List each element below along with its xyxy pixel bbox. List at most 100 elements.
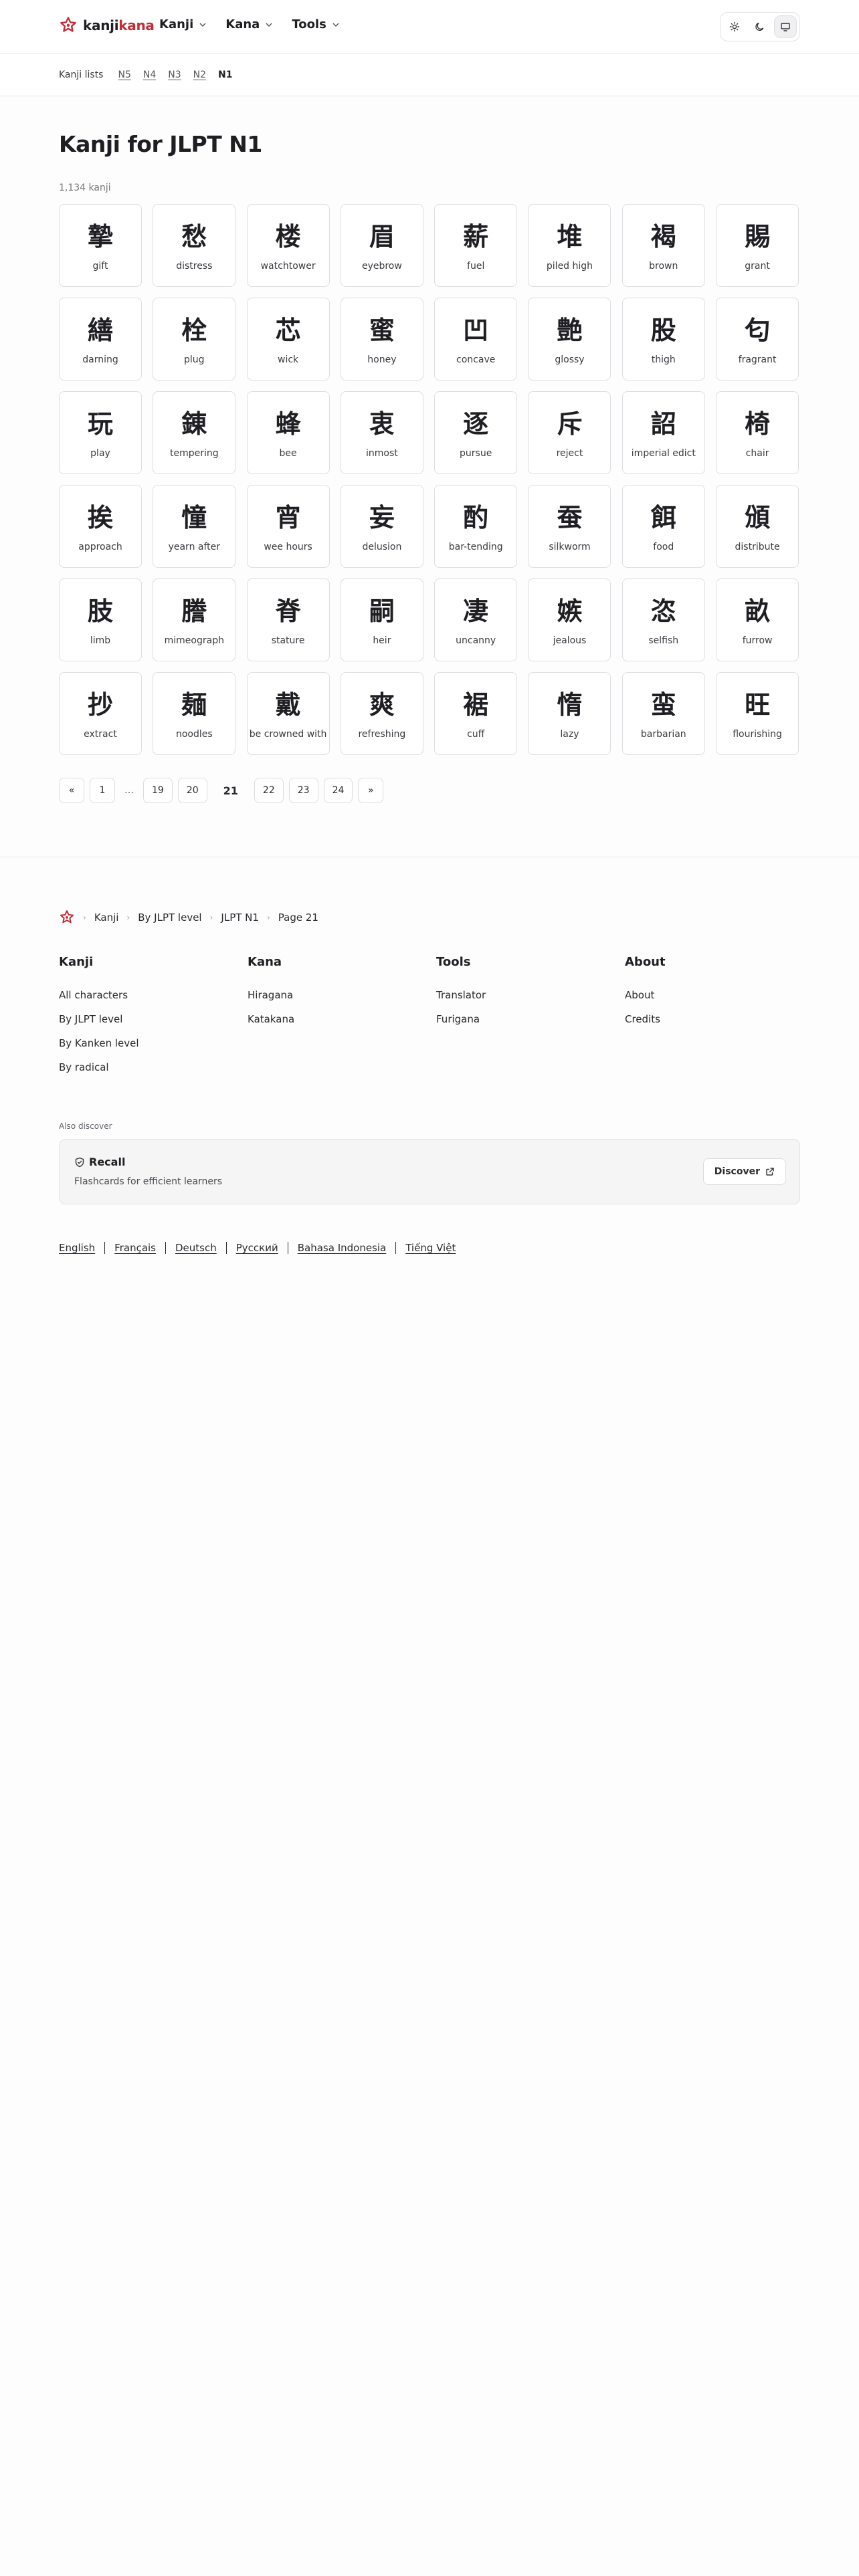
kanji-card[interactable]: 妄 delusion (340, 485, 423, 568)
kanji-character: 頒 (745, 503, 771, 532)
kanji-card[interactable]: 逐 pursue (434, 391, 518, 474)
footer-link-hiragana[interactable]: Hiragana (248, 989, 436, 1001)
kanji-card[interactable]: 蚕 silkworm (528, 485, 611, 568)
page-button-24[interactable]: 24 (323, 778, 353, 803)
level-link-n4[interactable]: N4 (143, 70, 156, 80)
kanji-card[interactable]: 餌 food (622, 485, 705, 568)
kanji-card[interactable]: 肢 limb (59, 578, 142, 661)
language-link-russian[interactable]: Русский (236, 1242, 278, 1254)
nav-kanji-menu[interactable]: Kanji (159, 17, 207, 31)
language-link-vietnamese[interactable]: Tiếng Việt (405, 1242, 456, 1254)
kanji-card[interactable]: 嫉 jealous (528, 578, 611, 661)
kanji-card[interactable]: 斥 reject (528, 391, 611, 474)
kanji-card[interactable]: 抄 extract (59, 672, 142, 755)
discover-button[interactable]: Discover (702, 1158, 786, 1185)
kanji-card[interactable]: 凄 uncanny (434, 578, 518, 661)
kanji-card[interactable]: 愁 distress (153, 204, 236, 287)
divider (395, 1242, 397, 1254)
footer-link-all-characters[interactable]: All characters (59, 989, 248, 1001)
level-link-n3[interactable]: N3 (168, 70, 181, 80)
kanji-card[interactable]: 匂 fragrant (716, 298, 799, 381)
kanji-card[interactable]: 股 thigh (622, 298, 705, 381)
brand-part-kanji: kanji (83, 17, 119, 33)
kanji-card[interactable]: 栓 plug (153, 298, 236, 381)
kanji-card[interactable]: 裾 cuff (434, 672, 518, 755)
next-page-button[interactable]: » (358, 778, 384, 803)
footer-link-furigana[interactable]: Furigana (436, 1013, 625, 1025)
kanji-card[interactable]: 爽 refreshing (340, 672, 423, 755)
brand-logo[interactable]: kanjikana (59, 16, 155, 35)
kanji-card[interactable]: 楼 watchtower (246, 204, 330, 287)
language-link-english[interactable]: English (59, 1242, 95, 1254)
footer-link-by-jlpt-level[interactable]: By JLPT level (59, 1013, 248, 1025)
kanji-card[interactable]: 凹 concave (434, 298, 518, 381)
language-switcher: English Français Deutsch Русский Bahasa … (59, 1242, 800, 1254)
kanji-card[interactable]: 宵 wee hours (246, 485, 330, 568)
kanji-card[interactable]: 脊 stature (246, 578, 330, 661)
kanji-card[interactable]: 謄 mimeograph (153, 578, 236, 661)
kanji-character: 眉 (369, 222, 395, 251)
chevron-right-icon: › (126, 913, 130, 922)
level-link-n5[interactable]: N5 (118, 70, 130, 80)
page-button-22[interactable]: 22 (254, 778, 284, 803)
kanji-card[interactable]: 椅 chair (716, 391, 799, 474)
footer-link-katakana[interactable]: Katakana (248, 1013, 436, 1025)
kanji-character: 堆 (557, 222, 583, 251)
kanji-card[interactable]: 錬 tempering (153, 391, 236, 474)
kanji-card[interactable]: 賜 grant (716, 204, 799, 287)
kanji-card[interactable]: 頒 distribute (716, 485, 799, 568)
kanji-card[interactable]: 繕 darning (59, 298, 142, 381)
kanji-meaning: honey (367, 354, 397, 365)
footer-link-translator[interactable]: Translator (436, 989, 625, 1001)
language-link-deutsch[interactable]: Deutsch (175, 1242, 217, 1254)
page-button-1[interactable]: 1 (90, 778, 115, 803)
kanji-card[interactable]: 摯 gift (59, 204, 142, 287)
kanji-card[interactable]: 挨 approach (59, 485, 142, 568)
breadcrumb-kanji[interactable]: Kanji (94, 911, 119, 924)
language-link-francais[interactable]: Français (114, 1242, 156, 1254)
breadcrumb-jlpt-n1[interactable]: JLPT N1 (221, 911, 259, 924)
nav-tools-menu[interactable]: Tools (292, 17, 340, 31)
kanji-card[interactable]: 旺 flourishing (716, 672, 799, 755)
footer-column-about: About About Credits (625, 955, 814, 1085)
footer-link-by-kanken-level[interactable]: By Kanken level (59, 1037, 248, 1049)
kanji-card[interactable]: 憧 yearn after (153, 485, 236, 568)
kanji-meaning: fuel (467, 261, 485, 272)
kanji-card[interactable]: 玩 play (59, 391, 142, 474)
dark-theme-button[interactable] (749, 15, 771, 38)
kanji-card[interactable]: 恣 selfish (622, 578, 705, 661)
kanji-character: 裾 (463, 690, 489, 720)
kanji-card[interactable]: 堆 piled high (528, 204, 611, 287)
kanji-card[interactable]: 酌 bar-tending (434, 485, 518, 568)
kanji-card[interactable]: 詔 imperial edict (622, 391, 705, 474)
kanji-card[interactable]: 畝 furrow (716, 578, 799, 661)
level-link-n2[interactable]: N2 (193, 70, 206, 80)
kanji-card[interactable]: 惰 lazy (528, 672, 611, 755)
footer-link-about[interactable]: About (625, 989, 814, 1001)
kanji-card[interactable]: 蜜 honey (340, 298, 423, 381)
kanji-card[interactable]: 眉 eyebrow (340, 204, 423, 287)
kanji-card[interactable]: 衷 inmost (340, 391, 423, 474)
footer-link-credits[interactable]: Credits (625, 1013, 814, 1025)
kanji-card[interactable]: 薪 fuel (434, 204, 518, 287)
kanji-card[interactable]: 嗣 heir (340, 578, 423, 661)
page-button-20[interactable]: 20 (177, 778, 207, 803)
kanji-card[interactable]: 芯 wick (246, 298, 330, 381)
page-button-19[interactable]: 19 (143, 778, 173, 803)
light-theme-button[interactable] (723, 15, 746, 38)
system-theme-button[interactable] (774, 15, 797, 38)
kanji-card[interactable]: 蜂 bee (246, 391, 330, 474)
kanji-card[interactable]: 麺 noodles (153, 672, 236, 755)
language-link-indonesian[interactable]: Bahasa Indonesia (298, 1242, 387, 1254)
breadcrumb-by-jlpt-level[interactable]: By JLPT level (138, 911, 201, 924)
kanji-card[interactable]: 艶 glossy (528, 298, 611, 381)
kanji-meaning: noodles (175, 729, 213, 740)
kanji-card[interactable]: 褐 brown (622, 204, 705, 287)
footer-link-by-radical[interactable]: By radical (59, 1061, 248, 1073)
prev-page-button[interactable]: « (59, 778, 84, 803)
page-button-23[interactable]: 23 (288, 778, 318, 803)
nav-kana-menu[interactable]: Kana (225, 17, 273, 31)
flower-logo-icon[interactable] (59, 909, 75, 926)
kanji-card[interactable]: 蛮 barbarian (622, 672, 705, 755)
kanji-card[interactable]: 戴 be crowned with (246, 672, 330, 755)
